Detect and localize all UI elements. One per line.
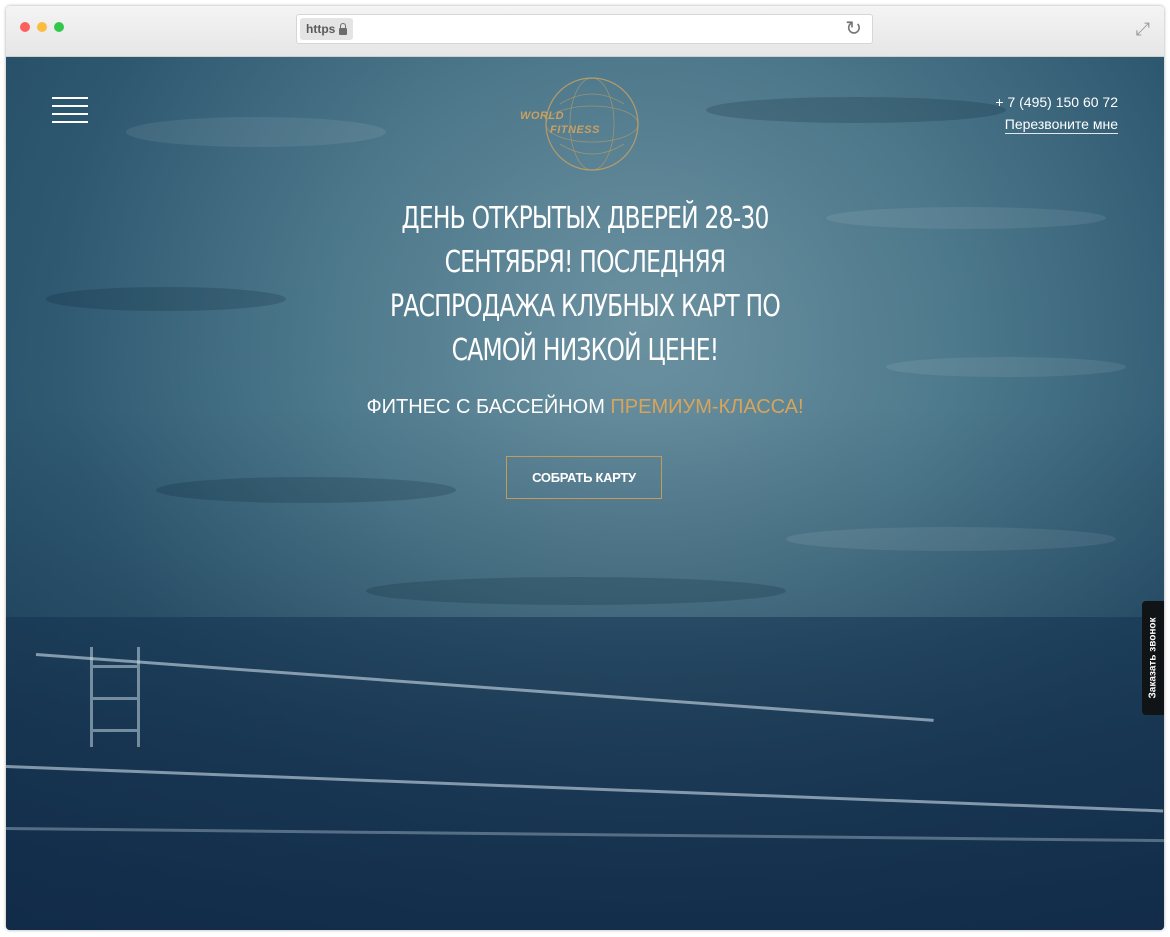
hero-subtitle: ФИТНЕС С БАССЕЙНОМ ПРЕМИУМ-КЛАССА! (285, 395, 885, 419)
menu-bar (52, 121, 88, 123)
lock-icon (339, 22, 348, 35)
subtitle-text: ФИТНЕС С БАССЕЙНОМ (366, 396, 611, 418)
water-ripple (706, 97, 1006, 123)
minimize-window-button[interactable] (37, 22, 47, 32)
page-viewport: WORLD FITNESS + 7 (495) 150 60 72 Перезв… (6, 57, 1164, 930)
menu-bar (52, 113, 88, 115)
water-ripple (156, 477, 456, 503)
callback-link[interactable]: Перезвоните мне (1004, 115, 1118, 134)
water-ripple (46, 287, 286, 311)
logo-text-world: WORLD (520, 110, 565, 122)
build-card-button[interactable]: СОБРАТЬ КАРТУ (506, 456, 662, 499)
build-card-button-label: СОБРАТЬ КАРТУ (532, 470, 636, 485)
menu-bar (52, 97, 88, 99)
menu-bar (52, 105, 88, 107)
browser-window: https ↻ ⤢ WORLD FITNESS + 7 (495) 150 60… (6, 6, 1164, 930)
water-ripple (126, 117, 386, 147)
ladder-rung (93, 729, 137, 732)
hero-title: ДЕНЬ ОТКРЫТЫХ ДВЕРЕЙ 28-30 СЕНТЯБРЯ! ПОС… (390, 201, 781, 368)
hamburger-menu-icon[interactable] (52, 97, 88, 123)
browser-titlebar: https ↻ ⤢ (6, 6, 1164, 57)
water-ripple (886, 357, 1126, 377)
order-call-side-tab[interactable]: Заказать звонок (1142, 601, 1164, 715)
close-window-button[interactable] (20, 22, 30, 32)
url-scheme: https (306, 22, 336, 36)
ladder-rung (93, 697, 137, 700)
phone-number[interactable]: + 7 (495) 150 60 72 (995, 93, 1118, 111)
maximize-window-button[interactable] (54, 22, 64, 32)
address-bar[interactable]: https ↻ (296, 14, 873, 44)
water-ripple (826, 207, 1106, 229)
contact-block: + 7 (495) 150 60 72 Перезвоните мне (995, 93, 1118, 134)
expand-icon[interactable]: ⤢ (1136, 20, 1150, 38)
subtitle-accent-text: ПРЕМИУМ-КЛАССА! (610, 396, 804, 418)
logo-text-fitness: FITNESS (550, 124, 600, 136)
logo[interactable]: WORLD FITNESS (520, 74, 644, 174)
water-ripple (366, 577, 786, 605)
side-tab-label: Заказать звонок (1147, 617, 1159, 699)
reload-icon[interactable]: ↻ (845, 19, 862, 39)
water-ripple (786, 527, 1116, 551)
pool-ladder (90, 647, 140, 747)
security-chip[interactable]: https (300, 18, 354, 40)
ladder-rung (93, 665, 137, 668)
